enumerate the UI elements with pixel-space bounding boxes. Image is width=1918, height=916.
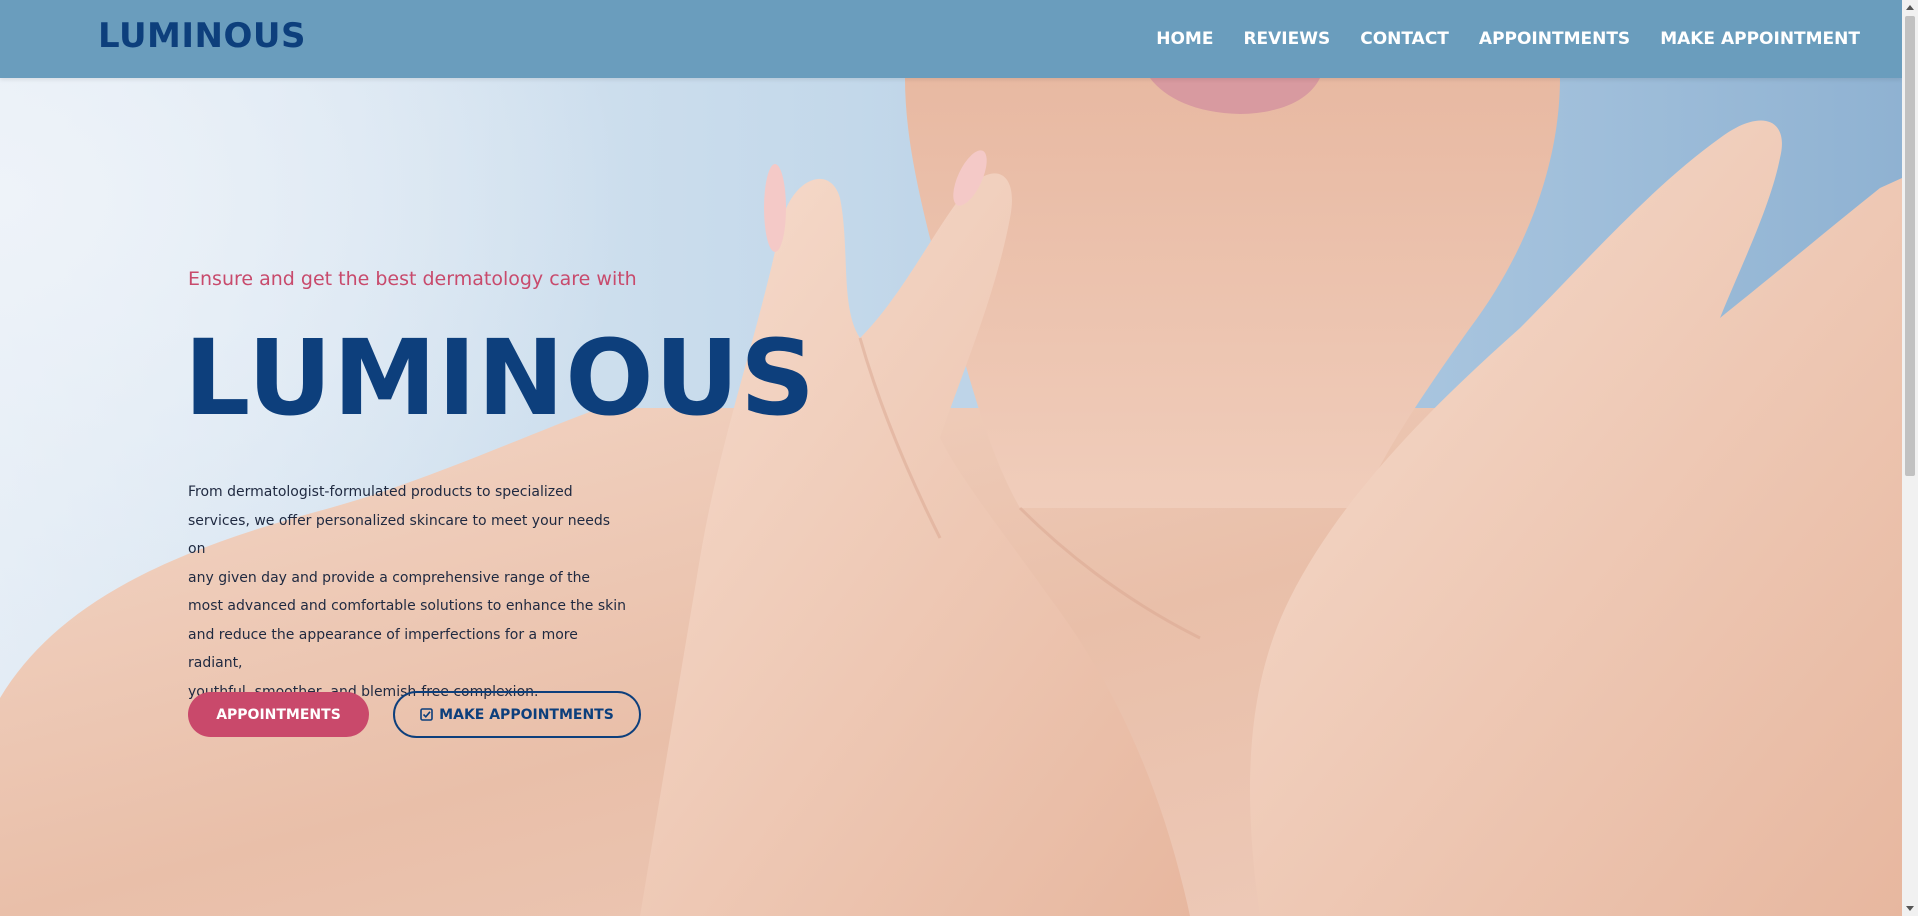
make-appointments-button[interactable]: MAKE APPOINTMENTS [393,691,641,738]
check-square-icon [420,708,433,721]
scroll-up-icon[interactable] [1906,5,1914,10]
main-nav: HOME REVIEWS CONTACT APPOINTMENTS MAKE A… [1156,0,1860,78]
top-navbar: LUMINOUS HOME REVIEWS CONTACT APPOINTMEN… [0,0,1902,78]
nav-appointments[interactable]: APPOINTMENTS [1479,29,1630,49]
scroll-down-icon[interactable] [1906,906,1914,911]
hero-section: Ensure and get the best dermatology care… [0,78,1902,916]
description-line: From dermatologist-formulated products t… [188,484,573,500]
scrollbar-thumb[interactable] [1905,16,1915,476]
hero-description: From dermatologist-formulated products t… [188,478,628,706]
hero-headline: LUMINOUS [184,317,816,439]
page-scrollbar[interactable] [1902,0,1918,916]
description-line: services, we offer personalized skincare… [188,512,611,558]
nav-contact[interactable]: CONTACT [1360,29,1449,49]
nav-reviews[interactable]: REVIEWS [1243,29,1330,49]
make-appointments-label: MAKE APPOINTMENTS [439,706,614,723]
description-line: most advanced and comfortable solutions … [188,598,626,614]
hero-kicker: Ensure and get the best dermatology care… [188,268,637,290]
site-logo[interactable]: LUMINOUS [98,16,306,56]
nav-home[interactable]: HOME [1156,29,1213,49]
description-line: and reduce the appearance of imperfectio… [188,626,578,672]
appointments-button[interactable]: APPOINTMENTS [188,692,369,737]
nav-make-appointment[interactable]: MAKE APPOINTMENT [1660,29,1860,49]
description-line: any given day and provide a comprehensiv… [188,569,591,586]
